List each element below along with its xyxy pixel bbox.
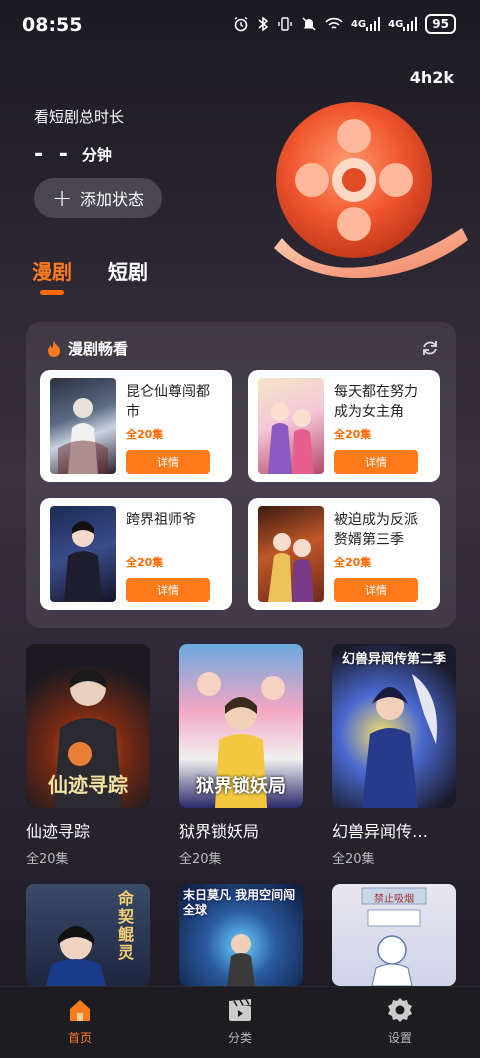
- vibrate-icon: [277, 14, 293, 34]
- status-time: 08:55: [22, 14, 83, 36]
- drama-cover: 仙迹寻踪: [26, 644, 150, 808]
- promo-item-cover: [258, 378, 324, 474]
- gear-icon: [388, 998, 412, 1022]
- timer-label[interactable]: 4h2k: [410, 68, 454, 87]
- drama-grid-item[interactable]: 命契鲲灵: [26, 884, 150, 986]
- alarm-icon: [233, 14, 249, 34]
- promo-item-title: 跨界祖师爷: [126, 512, 196, 528]
- drama-grid-item[interactable]: 末日莫凡 我用空间闯全球: [179, 884, 303, 986]
- bluetooth-icon: [257, 14, 269, 34]
- drama-grid-item[interactable]: 仙迹寻踪 仙迹寻踪 全20集: [26, 644, 150, 867]
- drama-cover: 幻兽异闻传第二季: [332, 644, 456, 808]
- promo-item-cover: [50, 378, 116, 474]
- drama-grid-item[interactable]: 狱界锁妖局 狱界锁妖局 全20集: [179, 644, 303, 867]
- promo-title: 漫剧畅看: [68, 340, 129, 358]
- promo-item[interactable]: 被迫成为反派赘婿第三季 全20集 详情: [248, 498, 440, 610]
- drama-episodes: 全20集: [332, 852, 375, 867]
- watch-time-title: 看短剧总时长: [34, 108, 125, 126]
- promo-item-title: 被迫成为反派赘婿第三季: [334, 512, 418, 548]
- drama-cover-text: 幻兽异闻传第二季: [341, 652, 446, 667]
- add-status-label: 添加状态: [80, 190, 145, 209]
- drama-grid-item[interactable]: 禁止吸烟: [332, 884, 456, 986]
- drama-title: 仙迹寻踪: [26, 822, 91, 841]
- details-button[interactable]: 详情: [334, 578, 418, 602]
- refresh-icon[interactable]: [420, 338, 440, 358]
- mute-icon: [301, 14, 317, 34]
- drama-title: 狱界锁妖局: [179, 822, 260, 841]
- battery-indicator: 95: [425, 14, 456, 34]
- add-status-button[interactable]: + 添加状态: [34, 178, 162, 218]
- nav-settings-label: 设置: [387, 1031, 412, 1045]
- status-bar: 08:55 4G 4G 95: [0, 0, 480, 52]
- tab-manju[interactable]: 漫剧: [32, 256, 72, 285]
- watch-time-value: - - 分钟: [34, 142, 112, 167]
- clapperboard-icon: [229, 999, 251, 1021]
- signal-label-2: 4G: [388, 18, 404, 30]
- signal-4g-icon-2: 4G: [388, 14, 418, 34]
- signal-label: 4G: [350, 18, 367, 30]
- drama-cover: 命契鲲灵: [26, 884, 150, 986]
- home-icon: [70, 1000, 90, 1021]
- status-icons: 4G 4G 95: [233, 14, 456, 34]
- promo-item-episodes: 全20集: [126, 556, 164, 569]
- promo-item[interactable]: 每天都在努力成为女主角 全20集 详情: [248, 370, 440, 482]
- nav-home-label: 首页: [67, 1031, 92, 1045]
- drama-cover-text: 末日莫凡 我用空间闯全球: [183, 888, 296, 917]
- category-tabs: 漫剧 短剧: [32, 256, 148, 285]
- promo-item-episodes: 全20集: [334, 428, 372, 441]
- details-button[interactable]: 详情: [126, 578, 210, 602]
- promo-header: 漫剧畅看: [46, 338, 128, 359]
- promo-item-episodes: 全20集: [126, 428, 164, 441]
- drama-title: 幻兽异闻传…: [332, 822, 429, 841]
- drama-grid-item[interactable]: 幻兽异闻传第二季 幻兽异闻传… 全20集: [332, 644, 456, 867]
- promo-item-episodes: 全20集: [334, 556, 372, 569]
- promo-item-cover: [258, 506, 324, 602]
- film-reel-icon: [274, 102, 468, 278]
- drama-cover-text: 狱界锁妖局: [196, 776, 286, 797]
- details-button[interactable]: 详情: [334, 450, 418, 474]
- drama-episodes: 全20集: [179, 852, 222, 867]
- drama-cover: 末日莫凡 我用空间闯全球: [179, 884, 303, 986]
- drama-cover-text: 命契鲲灵: [118, 889, 135, 962]
- promo-item-title: 每天都在努力成为女主角: [334, 384, 418, 420]
- drama-cover-text: 禁止吸烟: [374, 894, 414, 905]
- drama-cover: 狱界锁妖局: [179, 644, 303, 808]
- promo-item[interactable]: 昆仑仙尊闯都市 全20集 详情: [40, 370, 232, 482]
- plus-icon: +: [51, 184, 73, 212]
- drama-episodes: 全20集: [26, 852, 69, 867]
- signal-4g-icon: 4G: [350, 14, 381, 34]
- watch-time-unit: 分钟: [81, 146, 112, 164]
- details-button[interactable]: 详情: [126, 450, 210, 474]
- promo-item-title: 昆仑仙尊闯都市: [126, 384, 210, 420]
- flame-icon: [48, 340, 60, 357]
- drama-cover: 禁止吸烟: [332, 884, 456, 986]
- tab-duanju[interactable]: 短剧: [108, 256, 148, 285]
- wifi-icon: [325, 14, 343, 34]
- tab-underline: [40, 290, 64, 295]
- promo-card: 漫剧畅看 昆仑仙尊闯都市 全20集 详情 每天都在努力成为女主角 全20集 详情…: [26, 322, 456, 628]
- bottom-nav: 首页 分类 设置: [0, 986, 480, 1058]
- nav-category[interactable]: 分类: [200, 995, 280, 1046]
- watch-time-dashes: - -: [34, 142, 72, 167]
- promo-item-cover: [50, 506, 116, 602]
- nav-home[interactable]: 首页: [40, 995, 120, 1046]
- nav-settings[interactable]: 设置: [360, 995, 440, 1046]
- drama-cover-text: 仙迹寻踪: [48, 773, 128, 797]
- promo-item[interactable]: 跨界祖师爷 全20集 详情: [40, 498, 232, 610]
- nav-category-label: 分类: [227, 1031, 252, 1045]
